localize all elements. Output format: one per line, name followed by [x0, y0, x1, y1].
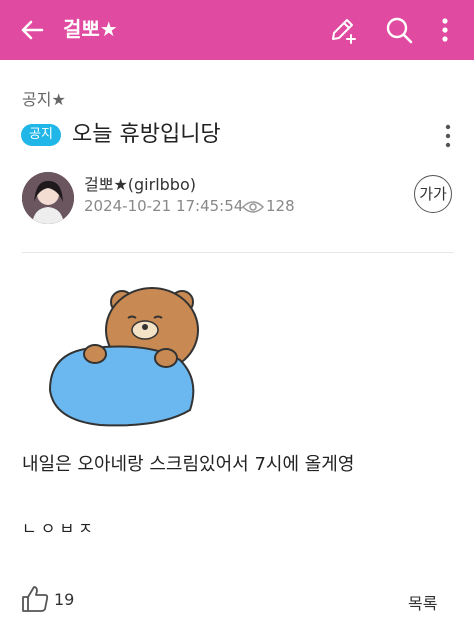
view-count: 128	[266, 197, 295, 215]
more-vertical-icon[interactable]	[430, 15, 460, 45]
post-more-icon[interactable]	[436, 122, 460, 150]
divider	[22, 252, 454, 253]
author-name[interactable]: 걸뽀★(girlbbo)	[84, 171, 196, 195]
search-icon[interactable]	[384, 15, 414, 45]
eye-icon	[242, 201, 264, 213]
avatar-image	[22, 172, 74, 224]
post-body-line-2: ㄴㅇㅂㅈ	[22, 519, 97, 538]
notice-badge: 공지	[21, 124, 61, 146]
like-count: 19	[54, 590, 75, 609]
category-label[interactable]: 공지★	[22, 86, 66, 110]
list-button[interactable]: 목록	[408, 590, 437, 614]
avatar[interactable]	[22, 172, 74, 224]
post-title: 오늘 휴방입니당	[72, 122, 221, 147]
post-body-line-1: 내일은 오아네랑 스크림있어서 7시에 올게영	[22, 454, 355, 475]
top-app-bar: 걸뽀★	[0, 0, 474, 60]
write-icon[interactable]	[328, 15, 358, 45]
thumbs-up-icon[interactable]	[20, 584, 50, 614]
sleeping-bear-sticker	[48, 287, 199, 427]
post-datetime: 2024-10-21 17:45:54	[84, 197, 244, 215]
arrow-left-icon[interactable]	[18, 16, 46, 44]
app-title: 걸뽀★	[63, 17, 118, 41]
font-size-button[interactable]: 가가	[414, 175, 452, 213]
